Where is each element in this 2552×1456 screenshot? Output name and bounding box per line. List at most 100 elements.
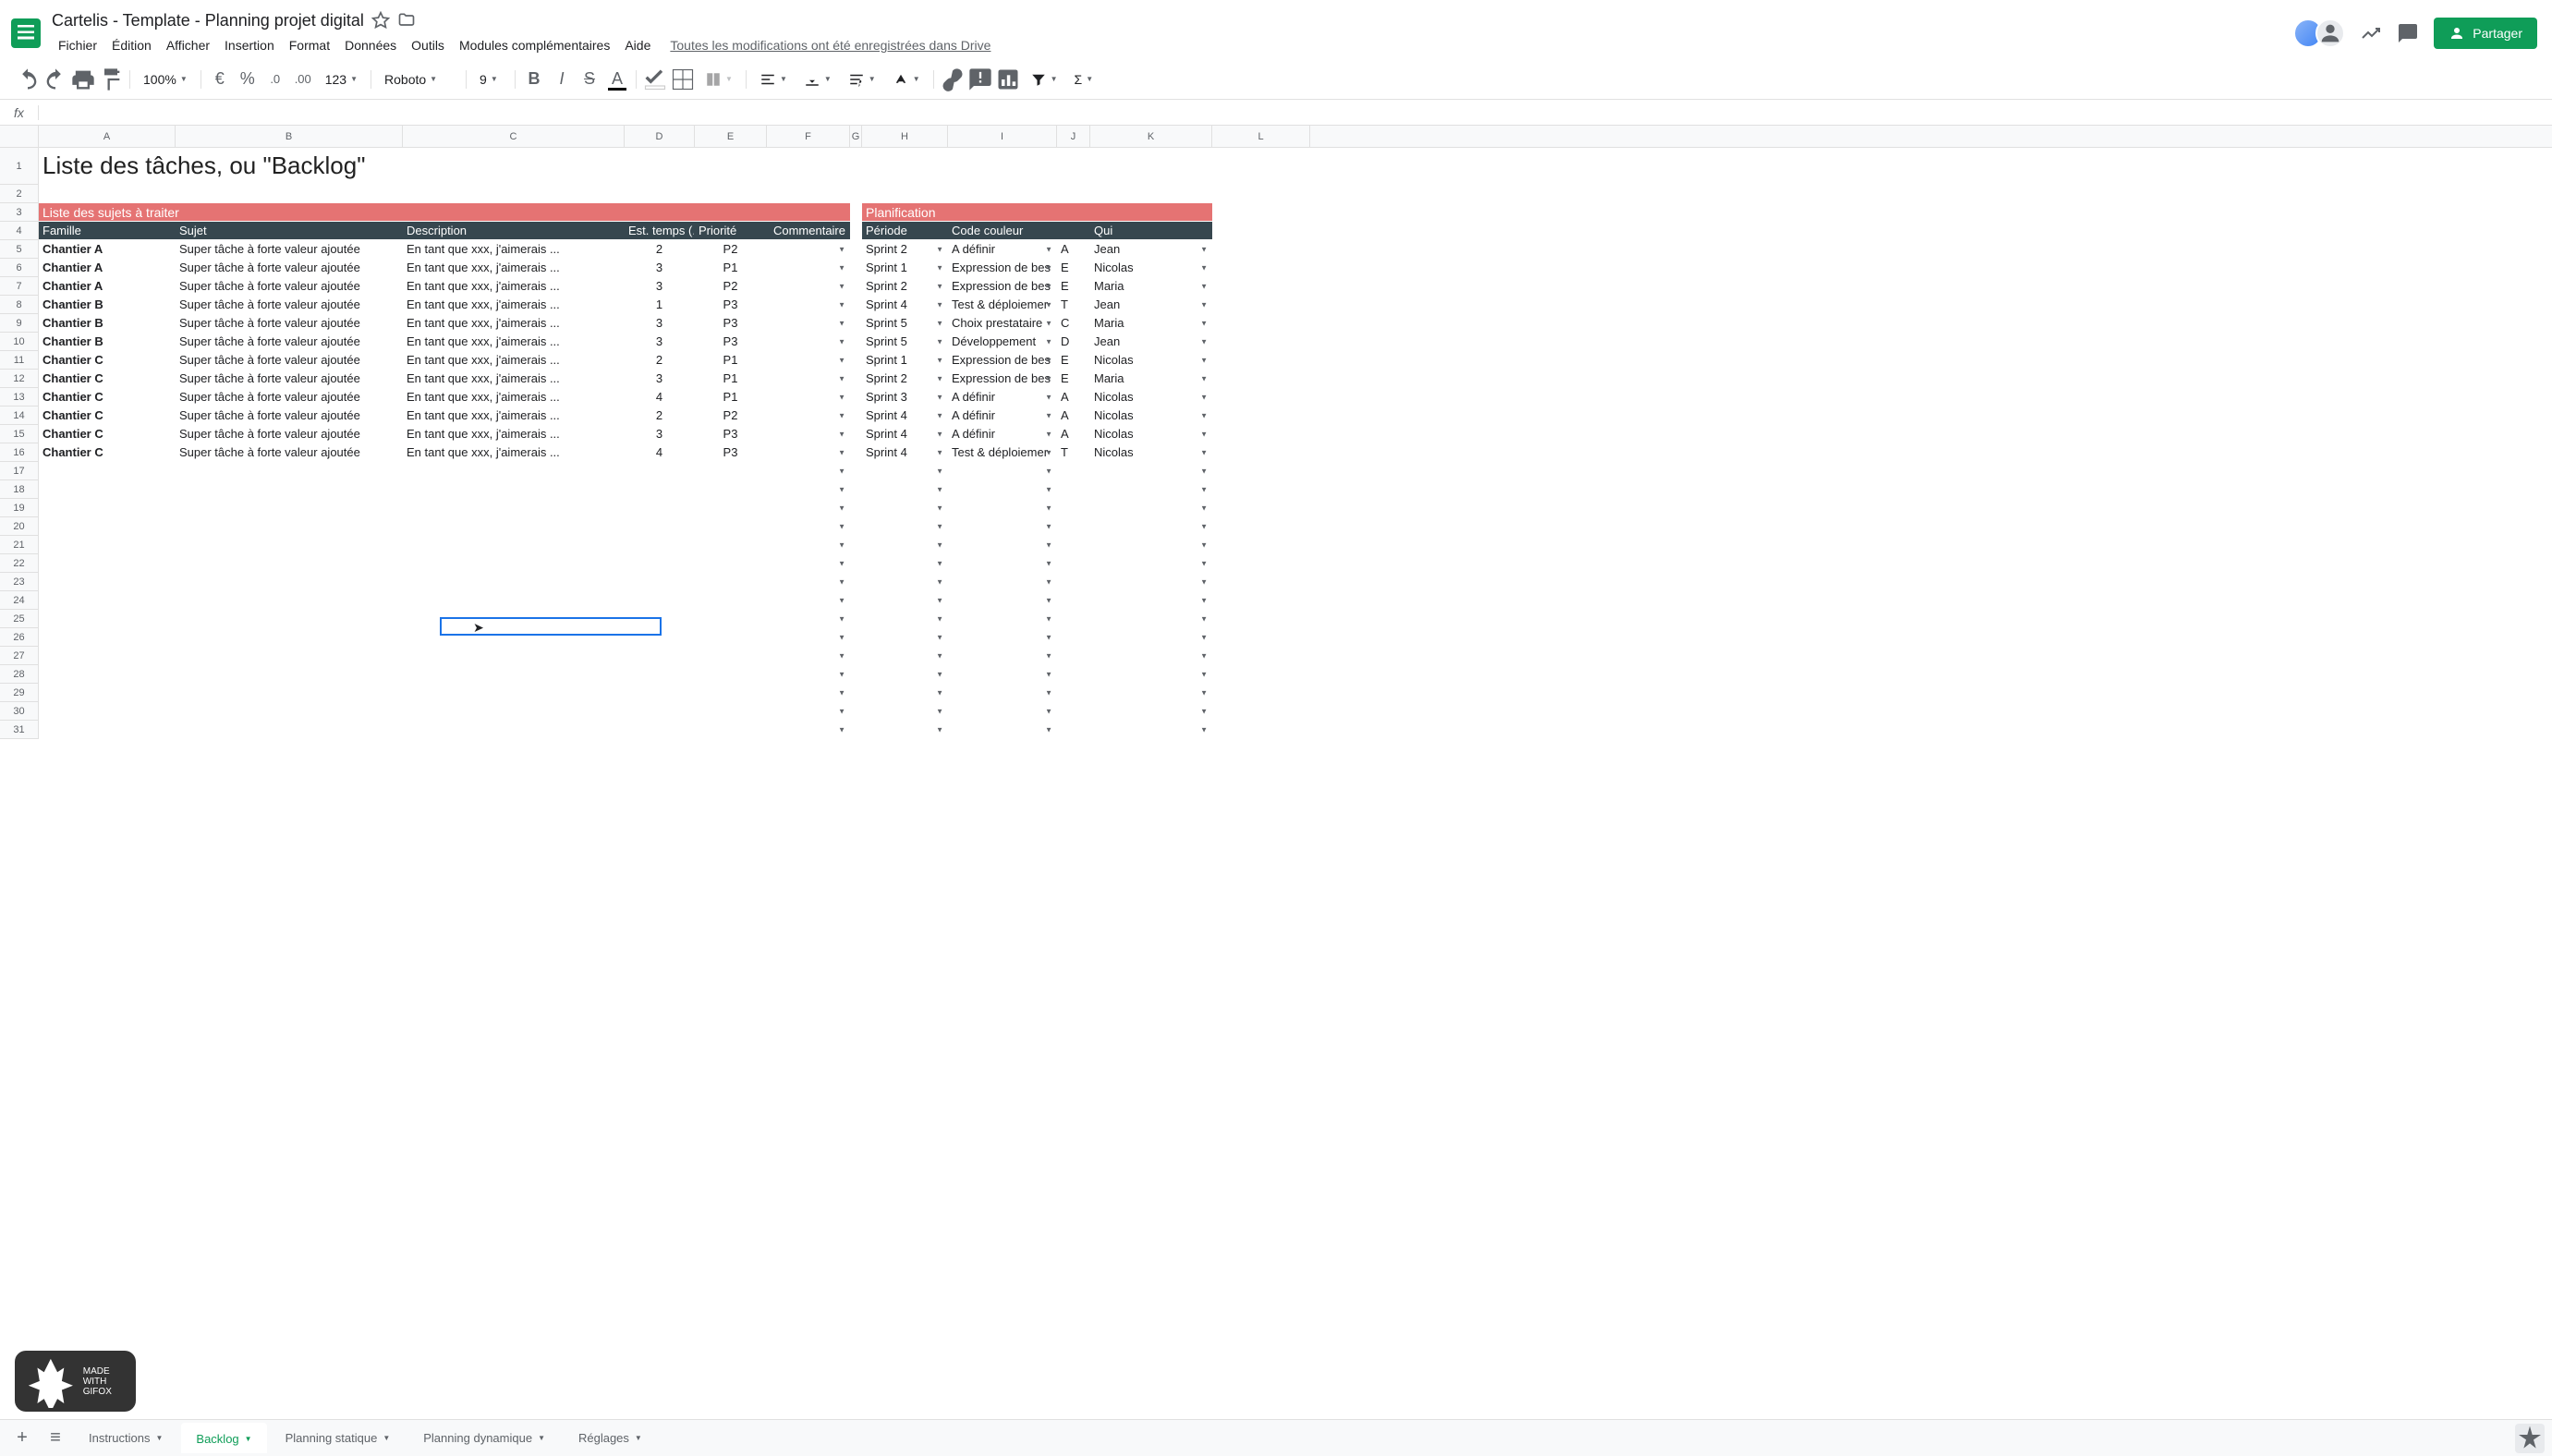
tab-menu-arrow-icon[interactable]: ▼ [245, 1435, 252, 1443]
cell[interactable] [39, 628, 176, 646]
cell[interactable]: Sprint 5▼ [862, 333, 948, 350]
cell[interactable]: A définir▼ [948, 240, 1057, 258]
cell[interactable] [39, 591, 176, 609]
cell[interactable] [850, 296, 862, 313]
cell[interactable] [625, 610, 695, 627]
dropdown-arrow-icon[interactable]: ▼ [838, 522, 845, 530]
cell[interactable] [403, 517, 625, 535]
cell[interactable]: ▼ [1090, 684, 1212, 701]
cell[interactable] [1212, 647, 1310, 664]
cell[interactable] [403, 610, 625, 627]
dropdown-arrow-icon[interactable]: ▼ [1200, 504, 1208, 512]
strikethrough-button[interactable]: S [577, 67, 602, 92]
cell[interactable]: Nicolas▼ [1090, 406, 1212, 424]
cell[interactable] [850, 517, 862, 535]
dropdown-arrow-icon[interactable]: ▼ [1200, 411, 1208, 419]
dropdown-arrow-icon[interactable]: ▼ [936, 467, 943, 475]
cell[interactable] [1212, 536, 1310, 553]
dropdown-arrow-icon[interactable]: ▼ [838, 633, 845, 641]
cell[interactable]: P1 [695, 259, 767, 276]
cell[interactable]: T [1057, 296, 1090, 313]
cell[interactable] [1212, 573, 1310, 590]
cell[interactable]: ▼ [767, 499, 850, 516]
cell[interactable]: Super tâche à forte valeur ajoutée [176, 443, 403, 461]
cell[interactable]: A [1057, 240, 1090, 258]
row-header[interactable]: 22 [0, 554, 38, 573]
dropdown-arrow-icon[interactable]: ▼ [936, 504, 943, 512]
cell[interactable]: Nicolas▼ [1090, 259, 1212, 276]
cell[interactable] [625, 499, 695, 516]
menu-fichier[interactable]: Fichier [52, 34, 103, 56]
menu-edition[interactable]: Édition [105, 34, 158, 56]
cell[interactable] [1212, 203, 1310, 221]
cell[interactable]: Priorité [695, 222, 767, 239]
cell[interactable]: En tant que xxx, j'aimerais ... [403, 333, 625, 350]
dropdown-arrow-icon[interactable]: ▼ [936, 522, 943, 530]
bold-button[interactable]: B [521, 67, 547, 92]
row-header[interactable]: 20 [0, 517, 38, 536]
menu-afficher[interactable]: Afficher [160, 34, 216, 56]
dropdown-arrow-icon[interactable]: ▼ [1045, 448, 1052, 456]
cell[interactable] [625, 462, 695, 479]
cell[interactable]: P2 [695, 277, 767, 295]
cell[interactable] [1057, 554, 1090, 572]
cell[interactable] [1057, 591, 1090, 609]
dropdown-arrow-icon[interactable]: ▼ [1200, 263, 1208, 272]
cell[interactable] [176, 721, 403, 738]
cell[interactable]: ▼ [1090, 499, 1212, 516]
dropdown-arrow-icon[interactable]: ▼ [1200, 245, 1208, 253]
dropdown-arrow-icon[interactable]: ▼ [838, 282, 845, 290]
cell[interactable] [625, 536, 695, 553]
cell[interactable]: ▼ [948, 665, 1057, 683]
cell[interactable]: ▼ [767, 296, 850, 313]
cell[interactable]: ▼ [767, 314, 850, 332]
cell[interactable] [850, 647, 862, 664]
cell[interactable] [403, 499, 625, 516]
dropdown-arrow-icon[interactable]: ▼ [1200, 448, 1208, 456]
cell[interactable]: ▼ [767, 388, 850, 406]
cell[interactable] [1212, 388, 1310, 406]
cell[interactable] [850, 573, 862, 590]
col-header-A[interactable]: A [39, 126, 176, 147]
row-header[interactable]: 5 [0, 240, 38, 259]
cell[interactable]: ▼ [862, 628, 948, 646]
cell[interactable]: En tant que xxx, j'aimerais ... [403, 277, 625, 295]
spreadsheet-grid[interactable]: 1234567891011121314151617181920212223242… [0, 126, 2552, 739]
dropdown-arrow-icon[interactable]: ▼ [1200, 707, 1208, 715]
cell[interactable]: Super tâche à forte valeur ajoutée [176, 388, 403, 406]
cell[interactable]: Chantier C [39, 388, 176, 406]
cell[interactable] [1057, 665, 1090, 683]
dropdown-arrow-icon[interactable]: ▼ [1045, 559, 1052, 567]
cell[interactable]: ▼ [767, 573, 850, 590]
cell[interactable]: Sprint 2▼ [862, 370, 948, 387]
cell[interactable]: Sprint 4▼ [862, 443, 948, 461]
dropdown-arrow-icon[interactable]: ▼ [936, 559, 943, 567]
cell[interactable]: Test & déploiemer▼ [948, 296, 1057, 313]
cell[interactable]: Jean▼ [1090, 240, 1212, 258]
cell[interactable]: P2 [695, 406, 767, 424]
col-header-J[interactable]: J [1057, 126, 1090, 147]
cell[interactable]: Super tâche à forte valeur ajoutée [176, 333, 403, 350]
cell[interactable] [176, 684, 403, 701]
cell[interactable] [1212, 443, 1310, 461]
cell[interactable] [1212, 406, 1310, 424]
cell[interactable] [850, 351, 862, 369]
cell[interactable] [39, 573, 176, 590]
cell[interactable]: E [1057, 351, 1090, 369]
cell[interactable]: Chantier A [39, 240, 176, 258]
activity-icon[interactable] [2360, 22, 2382, 44]
cell[interactable] [850, 443, 862, 461]
row-header[interactable]: 18 [0, 480, 38, 499]
cell[interactable]: ▼ [767, 443, 850, 461]
cell[interactable]: En tant que xxx, j'aimerais ... [403, 240, 625, 258]
cell[interactable] [850, 222, 862, 239]
save-status[interactable]: Toutes les modifications ont été enregis… [670, 38, 990, 53]
sheet-tab-instructions[interactable]: Instructions▼ [74, 1423, 177, 1453]
cell[interactable]: Chantier C [39, 370, 176, 387]
cell[interactable]: Planification [862, 203, 1212, 221]
cell[interactable]: Code couleur [948, 222, 1057, 239]
dropdown-arrow-icon[interactable]: ▼ [1045, 263, 1052, 272]
cell[interactable] [1057, 721, 1090, 738]
cell[interactable]: ▼ [862, 573, 948, 590]
sheet-tab-planning-statique[interactable]: Planning statique▼ [271, 1423, 406, 1453]
